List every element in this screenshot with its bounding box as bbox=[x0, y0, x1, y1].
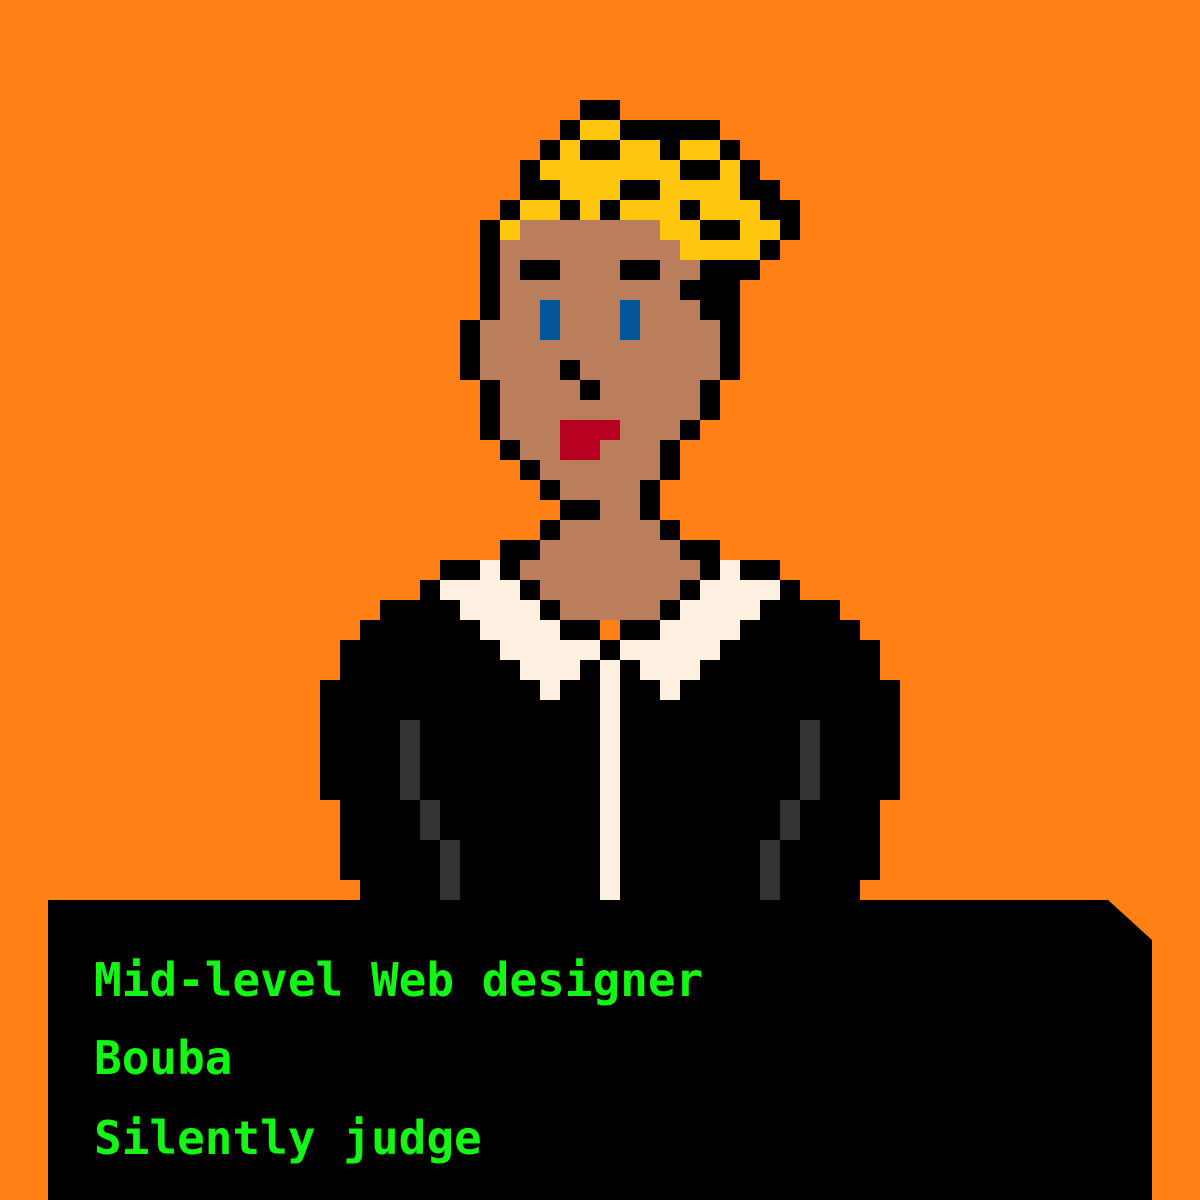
name-label: Bouba bbox=[94, 1031, 233, 1085]
info-panel: Mid-level Web designer Bouba Silently ju… bbox=[48, 900, 1152, 1200]
trait-label: Silently judge bbox=[94, 1111, 482, 1165]
role-label: Mid-level Web designer bbox=[94, 953, 704, 1007]
